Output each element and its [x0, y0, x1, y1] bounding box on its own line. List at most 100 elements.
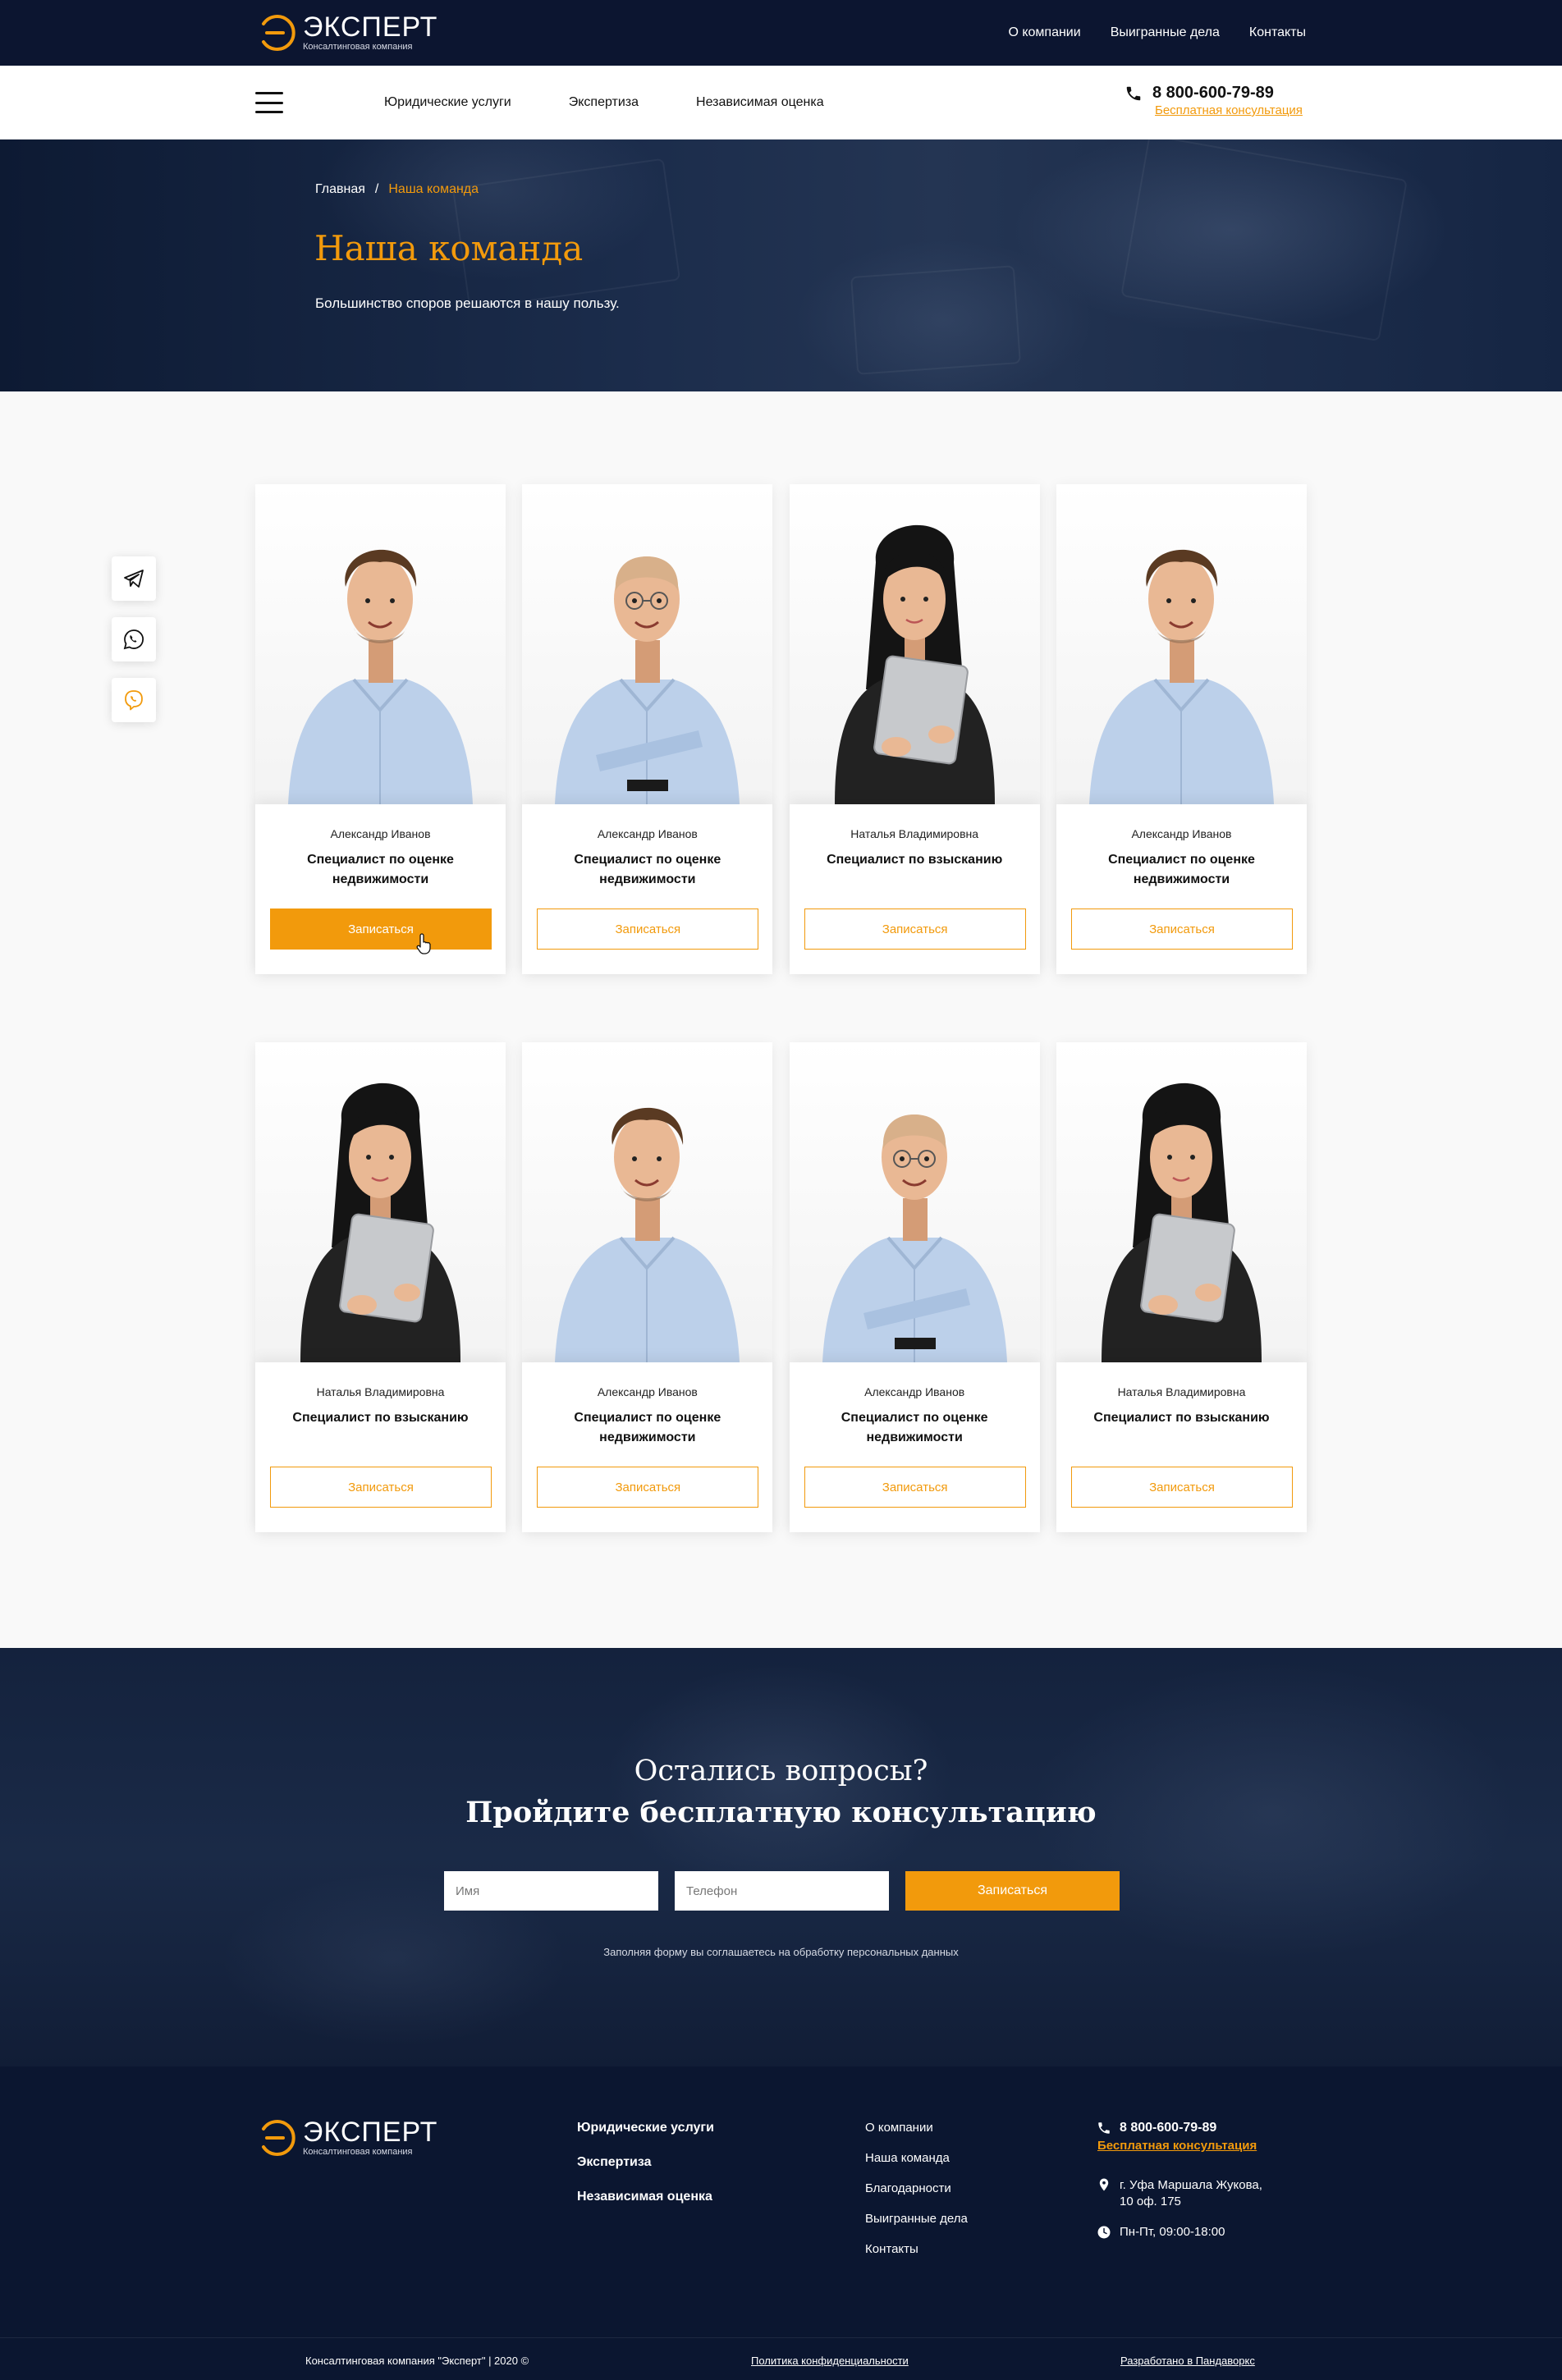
book-button[interactable]: Записаться — [1070, 909, 1293, 950]
breadcrumb: Главная / Наша команда — [315, 182, 479, 197]
footer-logo[interactable]: ЭКСПЕРТ Консалтинговая компания — [255, 2117, 437, 2158]
phone-input[interactable] — [675, 1871, 889, 1911]
footer-link-about[interactable]: О компании — [865, 2121, 968, 2135]
team-grid-row-1: Александр Иванов Специалист по оценке не… — [255, 484, 1307, 974]
name-input[interactable] — [444, 1871, 658, 1911]
top-bar: ЭКСПЕРТ Консалтинговая компания О компан… — [0, 0, 1562, 66]
team-grid-row-2: Наталья Владимировна Специалист по взыск… — [255, 1042, 1307, 1532]
whatsapp-button[interactable] — [112, 617, 156, 661]
phone-icon — [1097, 2121, 1111, 2135]
team-member-name: Александр Иванов — [597, 827, 698, 840]
footer-services: Юридические услуги Экспертиза Независима… — [577, 2121, 714, 2204]
team-member-role: Специалист по оценке недвижимости — [1108, 853, 1255, 886]
team-photo — [522, 484, 773, 804]
team-photo — [255, 484, 506, 804]
team-member-name: Александр Иванов — [1131, 827, 1232, 840]
social-buttons — [112, 556, 156, 722]
breadcrumb-current: Наша команда — [388, 182, 479, 196]
book-button[interactable]: Записаться — [1070, 1467, 1293, 1508]
footer-link-team[interactable]: Наша команда — [865, 2151, 968, 2165]
book-button[interactable]: Записаться — [270, 909, 492, 950]
telegram-icon — [124, 570, 144, 588]
page-title: Наша команда — [314, 228, 584, 268]
team-member-name: Александр Иванов — [597, 1385, 698, 1398]
telegram-button[interactable] — [112, 556, 156, 601]
team-member-name: Александр Иванов — [864, 1385, 965, 1398]
team-member-role: Специалист по взысканию — [292, 1411, 469, 1425]
footer-link-thanks[interactable]: Благодарности — [865, 2181, 968, 2195]
team-member-role: Специалист по оценке недвижимости — [307, 853, 454, 886]
team-member-name: Наталья Владимировна — [1117, 1385, 1246, 1398]
consultation-heading: Пройдите бесплатную консультацию — [465, 1796, 1097, 1829]
team-card: Александр Иванов Специалист по оценке не… — [255, 484, 506, 974]
team-member-role: Специалист по оценке недвижимости — [841, 1411, 988, 1444]
topnav-contacts[interactable]: Контакты — [1249, 25, 1306, 40]
team-card: Александр Иванов Специалист по оценке не… — [1056, 484, 1307, 974]
book-button[interactable]: Записаться — [804, 1467, 1026, 1508]
breadcrumb-home[interactable]: Главная — [315, 182, 365, 197]
team-member-role: Специалист по взысканию — [827, 853, 1003, 867]
viber-button[interactable] — [112, 678, 156, 722]
top-nav: О компании Выигранные дела Контакты — [1008, 0, 1306, 66]
footer-link-contacts[interactable]: Контакты — [865, 2242, 968, 2256]
team-photo — [255, 1042, 506, 1362]
consultation-question: Остались вопросы? — [634, 1755, 928, 1787]
book-button[interactable]: Записаться — [537, 909, 759, 950]
book-button[interactable]: Записаться — [804, 909, 1026, 950]
book-button[interactable]: Записаться — [537, 1467, 759, 1508]
nav-legal-services[interactable]: Юридические услуги — [384, 95, 511, 110]
team-card: Александр Иванов Специалист по оценке не… — [522, 1042, 773, 1532]
footer-links: О компании Наша команда Благодарности Вы… — [865, 2121, 968, 2256]
main-nav: Юридические услуги Экспертиза Независима… — [384, 66, 824, 140]
privacy-policy-link[interactable]: Политика конфиденциальности — [751, 2355, 909, 2367]
nav-independent-assessment[interactable]: Независимая оценка — [696, 95, 824, 110]
logo[interactable]: ЭКСПЕРТ Консалтинговая компания — [255, 12, 437, 53]
footer-free-consultation-link[interactable]: Бесплатная консультация — [1097, 2139, 1310, 2153]
logo-subtitle: Консалтинговая компания — [303, 42, 413, 52]
team-member-role: Специалист по взысканию — [1093, 1411, 1270, 1425]
footer-hours: Пн-Пт, 09:00-18:00 — [1120, 2225, 1225, 2239]
book-button[interactable]: Записаться — [270, 1467, 492, 1508]
header-phone[interactable]: 8 800-600-79-89 — [1152, 84, 1274, 103]
team-photo — [1056, 1042, 1307, 1362]
topnav-won-cases[interactable]: Выигранные дела — [1111, 25, 1220, 40]
menu-hamburger-icon[interactable] — [255, 92, 283, 113]
footer-link-independent-assessment[interactable]: Независимая оценка — [577, 2190, 714, 2204]
copyright: Консалтинговая компания "Эксперт" | 2020… — [305, 2355, 529, 2367]
hero-banner: Главная / Наша команда Наша команда Боль… — [0, 140, 1562, 391]
footer-bottom: Консалтинговая компания "Эксперт" | 2020… — [0, 2337, 1562, 2380]
team-member-name: Наталья Владимировна — [316, 1385, 445, 1398]
topnav-about[interactable]: О компании — [1008, 25, 1080, 40]
footer: ЭКСПЕРТ Консалтинговая компания Юридичес… — [0, 2066, 1562, 2380]
header-contact: 8 800-600-79-89 Бесплатная консультация — [1125, 84, 1303, 117]
footer-phone[interactable]: 8 800-600-79-89 — [1120, 2121, 1216, 2135]
hero-deco-paper — [1120, 140, 1408, 342]
footer-link-legal-services[interactable]: Юридические услуги — [577, 2121, 714, 2135]
consultation-form: Записаться — [444, 1871, 1120, 1911]
nav-expertise[interactable]: Экспертиза — [569, 95, 639, 110]
team-photo — [789, 1042, 1040, 1362]
logo-brand: ЭКСПЕРТ — [303, 2117, 438, 2148]
clock-icon — [1097, 2225, 1111, 2240]
team-photo — [789, 484, 1040, 804]
team-photo — [1056, 484, 1307, 804]
footer-link-won-cases[interactable]: Выигранные дела — [865, 2212, 968, 2226]
developer-link[interactable]: Разработано в Пандаворкс — [1120, 2355, 1255, 2367]
page-subtitle: Большинство споров решаются в нашу польз… — [315, 295, 620, 311]
team-card: Наталья Владимировна Специалист по взыск… — [255, 1042, 506, 1532]
consultation-section: Остались вопросы? Пройдите бесплатную ко… — [0, 1648, 1562, 2066]
team-member-role: Специалист по оценке недвижимости — [574, 853, 721, 886]
consultation-submit-button[interactable]: Записаться — [905, 1871, 1120, 1911]
main-nav-bar: Юридические услуги Экспертиза Независима… — [0, 66, 1562, 140]
logo-mark-icon — [255, 12, 296, 53]
header-free-consultation-link[interactable]: Бесплатная консультация — [1155, 103, 1303, 117]
team-member-name: Александр Иванов — [330, 827, 431, 840]
hero-deco-paper — [850, 265, 1021, 375]
breadcrumb-separator: / — [374, 182, 379, 196]
logo-mark-icon — [255, 2117, 296, 2158]
hand-cursor-icon — [416, 933, 431, 954]
logo-subtitle: Консалтинговая компания — [303, 2147, 413, 2157]
footer-link-expertise[interactable]: Экспертиза — [577, 2155, 714, 2170]
whatsapp-icon — [123, 629, 144, 650]
viber-icon — [125, 690, 143, 711]
